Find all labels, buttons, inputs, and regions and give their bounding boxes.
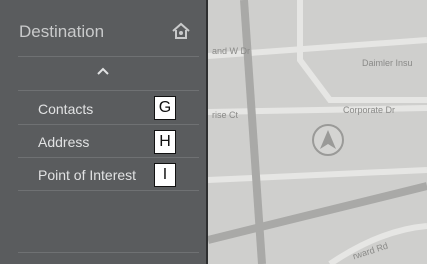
menu-item-label: Contacts	[38, 101, 94, 117]
north-arrow-position-icon[interactable]	[311, 123, 345, 157]
chevron-up-icon[interactable]	[96, 66, 110, 76]
divider	[18, 90, 199, 91]
callout-h: H	[154, 130, 176, 154]
road-label: Daimler Insu	[362, 58, 413, 68]
road-label: and W Dr	[212, 46, 251, 56]
callout-g: G	[154, 96, 176, 120]
divider	[18, 252, 199, 253]
divider	[18, 124, 199, 125]
callout-i: I	[154, 163, 176, 187]
road-label: rise Ct	[212, 110, 239, 120]
divider	[18, 56, 199, 57]
road-label: Corporate Dr	[343, 105, 396, 115]
divider	[18, 157, 199, 158]
destination-panel: Destination Contacts Address Point of In…	[0, 0, 208, 264]
divider	[18, 190, 199, 191]
menu-item-label: Address	[38, 134, 90, 150]
panel-title: Destination	[19, 22, 105, 41]
menu-item-label: Point of Interest	[38, 167, 137, 183]
home-location-icon[interactable]	[171, 21, 191, 41]
